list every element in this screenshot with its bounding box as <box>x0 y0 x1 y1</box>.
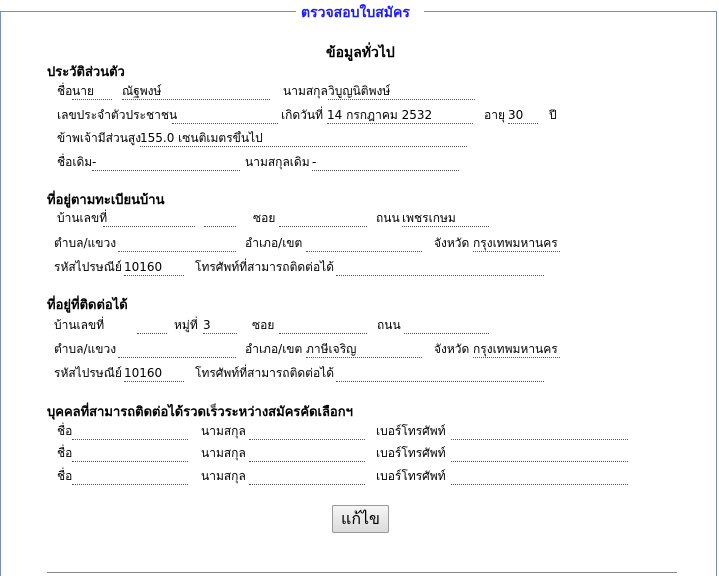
emergency-surname-field <box>249 469 365 485</box>
height-label: ข้าพเจ้ามีส่วนสูง <box>57 131 142 145</box>
birth-label: เกิดวันที่ <box>281 108 324 122</box>
age-unit: ปี <box>549 108 557 122</box>
reg-district-label: อำเภอ/เขต <box>245 236 303 250</box>
name-label: ชื่อ <box>57 84 73 98</box>
emergency-surname-label: นามสกุล <box>201 446 246 460</box>
old-surname-label: นามสกุลเดิม <box>245 155 310 169</box>
contact-district-field: ภาษีเจริญ <box>306 342 422 358</box>
emergency-name-label: ชื่อ <box>57 446 73 460</box>
name-prefix-field: นาย <box>72 84 112 100</box>
id-label: เลขประจำตัวประชาชน <box>57 108 178 122</box>
reg-house-no-label: บ้านเลขที่ <box>57 211 108 225</box>
birth-field: 14 กรกฎาคม 2532 <box>327 108 473 124</box>
contact-soi-field <box>279 318 367 334</box>
reg-phone-field <box>336 260 544 276</box>
registered-address-heading: ที่อยู่ตามทะเบียนบ้าน <box>47 193 165 208</box>
contact-subdistrict-field <box>118 342 236 358</box>
contact-house-no-field <box>137 318 167 334</box>
emergency-name-field <box>72 424 188 440</box>
reg-house-no-field <box>103 211 195 227</box>
contact-phone-field <box>336 366 544 382</box>
emergency-phone-label: เบอร์โทรศัพท์ <box>376 424 446 438</box>
surname-label: นามสกุล <box>283 84 328 98</box>
emergency-name-label: ชื่อ <box>57 469 73 483</box>
emergency-phone-label: เบอร์โทรศัพท์ <box>376 469 446 483</box>
emergency-name-field <box>72 469 188 485</box>
reg-phone-label: โทรศัพท์ที่สามารถติดต่อได้ <box>195 260 334 274</box>
contact-address-heading: ที่อยู่ที่ติดต่อได้ <box>47 298 128 313</box>
first-name-field: ณัฐพงษ์ <box>122 84 270 100</box>
age-label: อายุ <box>484 108 505 122</box>
emergency-surname-label: นามสกุล <box>201 469 246 483</box>
old-surname-field: - <box>312 155 459 171</box>
contact-subdistrict-label: ตำบล/แขวง <box>54 342 117 356</box>
emergency-phone-field <box>451 446 628 462</box>
contact-postcode-label: รหัสไปรษณีย์ <box>54 366 122 380</box>
reg-road-label: ถนน <box>376 211 400 225</box>
contact-moo-label: หมู่ที่ <box>174 318 198 332</box>
fieldset-border-right <box>716 11 717 576</box>
emergency-surname-label: นามสกุล <box>201 424 246 438</box>
reg-subdistrict-label: ตำบล/แขวง <box>54 236 117 250</box>
reg-soi-label: ซอย <box>253 211 276 225</box>
reg-district-field <box>306 236 422 252</box>
edit-button[interactable]: แก้ไข <box>332 505 389 533</box>
emergency-surname-field <box>249 446 365 462</box>
old-name-field: - <box>92 155 240 171</box>
emergency-phone-field <box>451 469 628 485</box>
fieldset-border-left-top <box>0 11 296 12</box>
emergency-surname-field <box>249 424 365 440</box>
age-field: 30 <box>508 108 538 124</box>
emergency-phone-field <box>451 424 628 440</box>
emergency-heading: บุคคลที่สามารถติดต่อได้รวดเร็วระหว่างสมั… <box>47 405 353 420</box>
contact-moo-field: 3 <box>203 318 237 334</box>
old-name-label: ชื่อเดิม <box>57 155 93 169</box>
page-title: ข้อมูลทั่วไป <box>326 45 395 61</box>
reg-moo-field <box>204 211 236 227</box>
contact-phone-label: โทรศัพท์ที่สามารถติดต่อได้ <box>195 366 334 380</box>
reg-soi-field <box>279 211 367 227</box>
personal-heading: ประวัติส่วนตัว <box>47 65 125 80</box>
reg-postcode-label: รหัสไปรษณีย์ <box>54 260 122 274</box>
emergency-name-label: ชื่อ <box>57 424 73 438</box>
contact-postcode-field: 10160 <box>124 366 184 382</box>
bottom-divider <box>47 572 677 573</box>
reg-postcode-field: 10160 <box>124 260 184 276</box>
emergency-phone-label: เบอร์โทรศัพท์ <box>376 446 446 460</box>
id-field <box>172 108 278 124</box>
fieldset-border-right-top <box>424 11 717 12</box>
fieldset-legend: ตรวจสอบใบสมัคร <box>298 2 413 24</box>
surname-field: วิบูญนิติพงษ์ <box>328 84 475 100</box>
contact-province-label: จังหวัด <box>434 342 470 356</box>
fieldset-border-left <box>0 11 1 576</box>
contact-district-label: อำเภอ/เขต <box>245 342 303 356</box>
contact-house-no-label: บ้านเลขที่ <box>54 318 105 332</box>
contact-soi-label: ซอย <box>252 318 275 332</box>
reg-province-field: กรุงเทพมหานคร <box>473 236 560 252</box>
contact-road-label: ถนน <box>377 318 401 332</box>
contact-road-field <box>404 318 489 334</box>
reg-road-field: เพชรเกษม <box>402 211 489 227</box>
emergency-name-field <box>72 446 188 462</box>
contact-province-field: กรุงเทพมหานคร <box>473 342 560 358</box>
reg-subdistrict-field <box>118 236 236 252</box>
reg-province-label: จังหวัด <box>434 236 470 250</box>
height-field: 155.0 เซนติเมตรขึ้นไป <box>140 131 467 147</box>
